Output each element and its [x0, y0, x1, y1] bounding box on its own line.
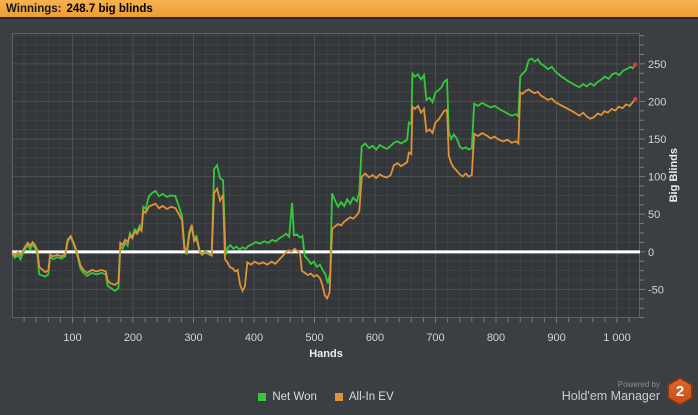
winnings-value: 248.7 big blinds	[66, 2, 153, 15]
x-tick-label: 300	[184, 332, 202, 344]
y-tick-label: 200	[648, 96, 666, 108]
x-tick-label: 200	[124, 332, 142, 344]
x-tick-label: 100	[63, 332, 81, 344]
x-tick-label: 700	[426, 332, 444, 344]
winnings-label: Winnings:	[6, 2, 62, 15]
x-tick-label: 1 000	[603, 332, 631, 344]
brand-name: Hold'em Manager	[561, 388, 660, 403]
y-tick-labels: -50 0 50 100 150 200 250	[648, 59, 666, 297]
legend-label-net-won: Net Won	[272, 391, 317, 403]
y-axis-title: Big Blinds	[668, 148, 680, 203]
x-tick-label: 800	[487, 332, 505, 344]
branding: Powered by Hold'em Manager 2	[562, 377, 693, 406]
y-tick-label: 100	[648, 172, 666, 184]
legend-item-net-won[interactable]: Net Won	[258, 391, 317, 403]
hm2-logo-icon: 2	[667, 377, 693, 406]
last-point-marker	[632, 62, 638, 67]
y-tick-label: 50	[648, 209, 660, 221]
x-tick-label: 900	[547, 332, 565, 344]
x-tick-labels: 100 200 300 400 500 600 700 800 900 1 000	[63, 332, 630, 344]
chart-legend: Net Won All-In EV	[12, 391, 640, 403]
hm2-logo-number: 2	[669, 379, 691, 404]
x-axis-title: Hands	[309, 348, 343, 360]
powered-by-text: Powered by	[617, 379, 660, 389]
all-in-ev-swatch-icon	[334, 393, 343, 401]
x-tick-label: 600	[366, 332, 384, 344]
last-point-marker	[632, 96, 638, 102]
y-tick-label: -50	[648, 284, 664, 296]
x-tick-label: 500	[305, 332, 323, 344]
x-tick-label: 400	[245, 332, 263, 344]
legend-label-all-in-ev: All-In EV	[348, 391, 394, 403]
legend-item-all-in-ev[interactable]: All-In EV	[334, 391, 394, 403]
winnings-title-bar: Winnings: 248.7 big blinds	[0, 0, 698, 19]
y-tick-label: 0	[648, 247, 654, 259]
y-axis-title-container: Big Blinds	[665, 33, 683, 318]
y-tick-label: 150	[648, 134, 666, 146]
y-tick-label: 250	[648, 59, 666, 71]
net-won-swatch-icon	[258, 393, 267, 401]
